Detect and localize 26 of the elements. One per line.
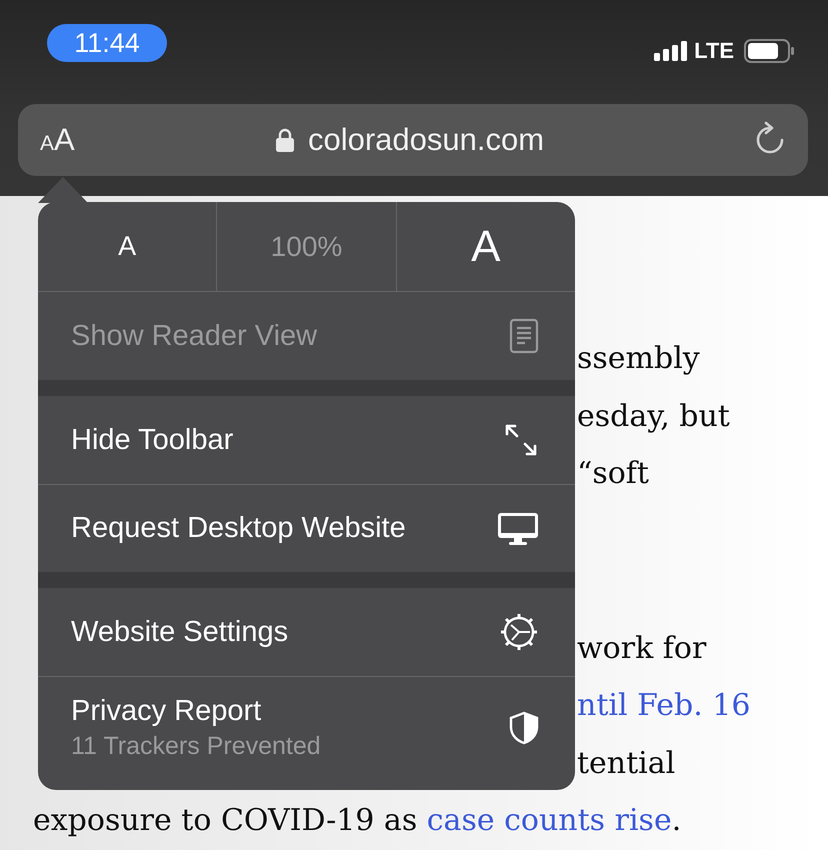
item-label: Hide Toolbar [71,424,234,456]
item-label: Privacy Report [71,694,262,728]
article-text: ssembly [577,341,700,376]
item-label: Show Reader View [71,320,318,352]
article-text: tential [577,746,676,780]
menu-item[interactable]: Privacy Report 11 Trackers Prevented [38,676,575,790]
article-text: “soft [577,456,649,491]
increase-text-button[interactable]: A [396,202,575,291]
article-text: esday, but [577,398,730,434]
item-label: Request Desktop Website [71,512,406,545]
network-label: LTE [694,38,734,64]
address-bar[interactable]: AA coloradosun.com [18,104,808,176]
time-pill: 11:44 [47,24,167,62]
decrease-text-button[interactable]: A [38,202,216,291]
article-link[interactable]: ntil Feb. 16 [577,688,750,723]
item-detail: 11 Trackers Prevented [71,732,321,760]
article-text: exposure to COVID-19 as case counts rise. [33,803,682,838]
format-button[interactable]: AA [40,122,100,158]
item-label: Website Settings [71,616,288,648]
menu-item[interactable]: Request Desktop Website [38,484,575,572]
menu-item[interactable]: Website Settings [38,588,575,676]
zoom-level: 100% [216,202,396,291]
article-text: work for [577,630,706,666]
url-text: coloradosun.com [308,122,544,158]
article-link[interactable]: case counts rise [426,803,672,838]
menu-item[interactable]: Hide Toolbar [38,396,575,484]
